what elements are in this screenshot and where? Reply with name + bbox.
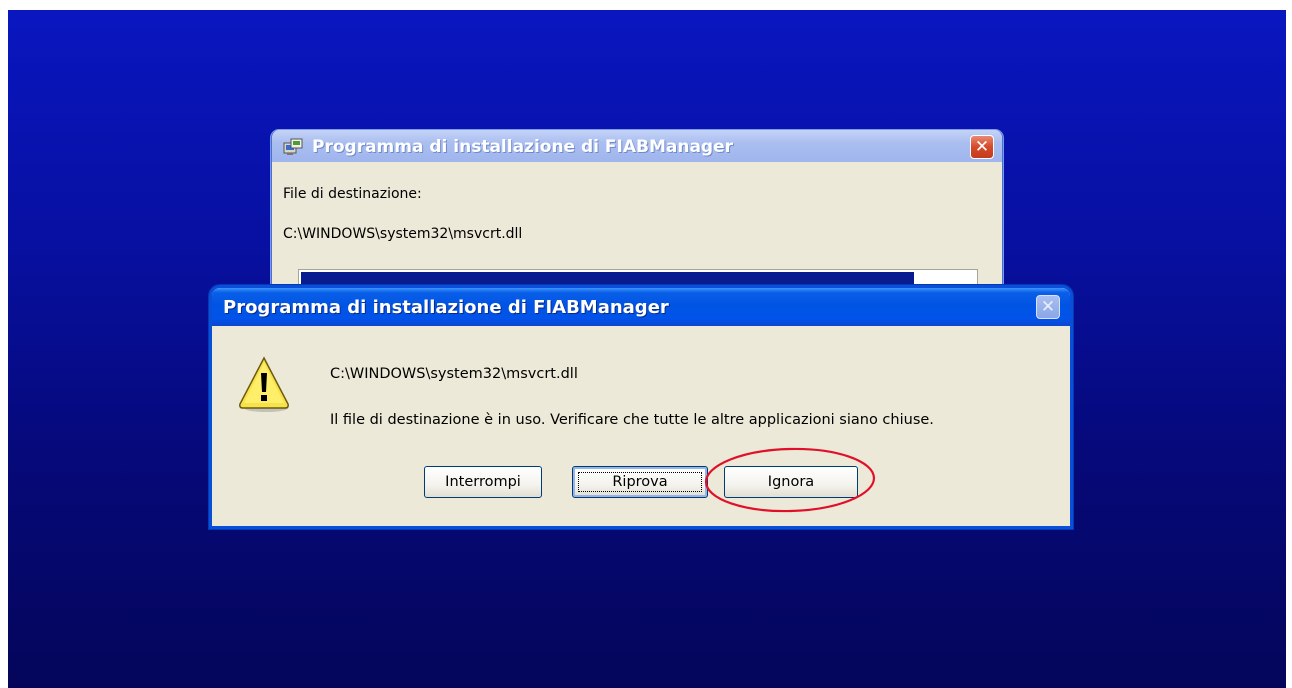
close-icon: ✕ xyxy=(1040,297,1056,317)
dialog-file-path: C:\WINDOWS\system32\msvcrt.dll xyxy=(330,366,578,382)
installer-close-button[interactable]: ✕ xyxy=(970,135,994,159)
dialog-title-bar[interactable]: Programma di installazione di FIABManage… xyxy=(212,288,1070,326)
retry-button[interactable]: Riprova xyxy=(572,466,708,498)
destination-file-label: File di destinazione: xyxy=(283,186,422,202)
installer-icon xyxy=(283,138,303,155)
installer-window-title: Programma di installazione di FIABManage… xyxy=(312,137,734,157)
installer-title-bar[interactable]: Programma di installazione di FIABManage… xyxy=(272,130,1002,162)
dialog-message: Il file di destinazione è in uso. Verifi… xyxy=(330,412,934,428)
annotation-ellipse xyxy=(704,447,876,513)
destination-file-path: C:\WINDOWS\system32\msvcrt.dll xyxy=(283,226,523,242)
file-in-use-dialog: Programma di installazione di FIABManage… xyxy=(212,288,1070,526)
dialog-close-button: ✕ xyxy=(1036,295,1060,319)
warning-icon xyxy=(239,356,289,412)
close-icon: ✕ xyxy=(974,137,990,157)
abort-button[interactable]: Interrompi xyxy=(424,466,542,498)
dialog-title: Programma di installazione di FIABManage… xyxy=(223,297,669,318)
